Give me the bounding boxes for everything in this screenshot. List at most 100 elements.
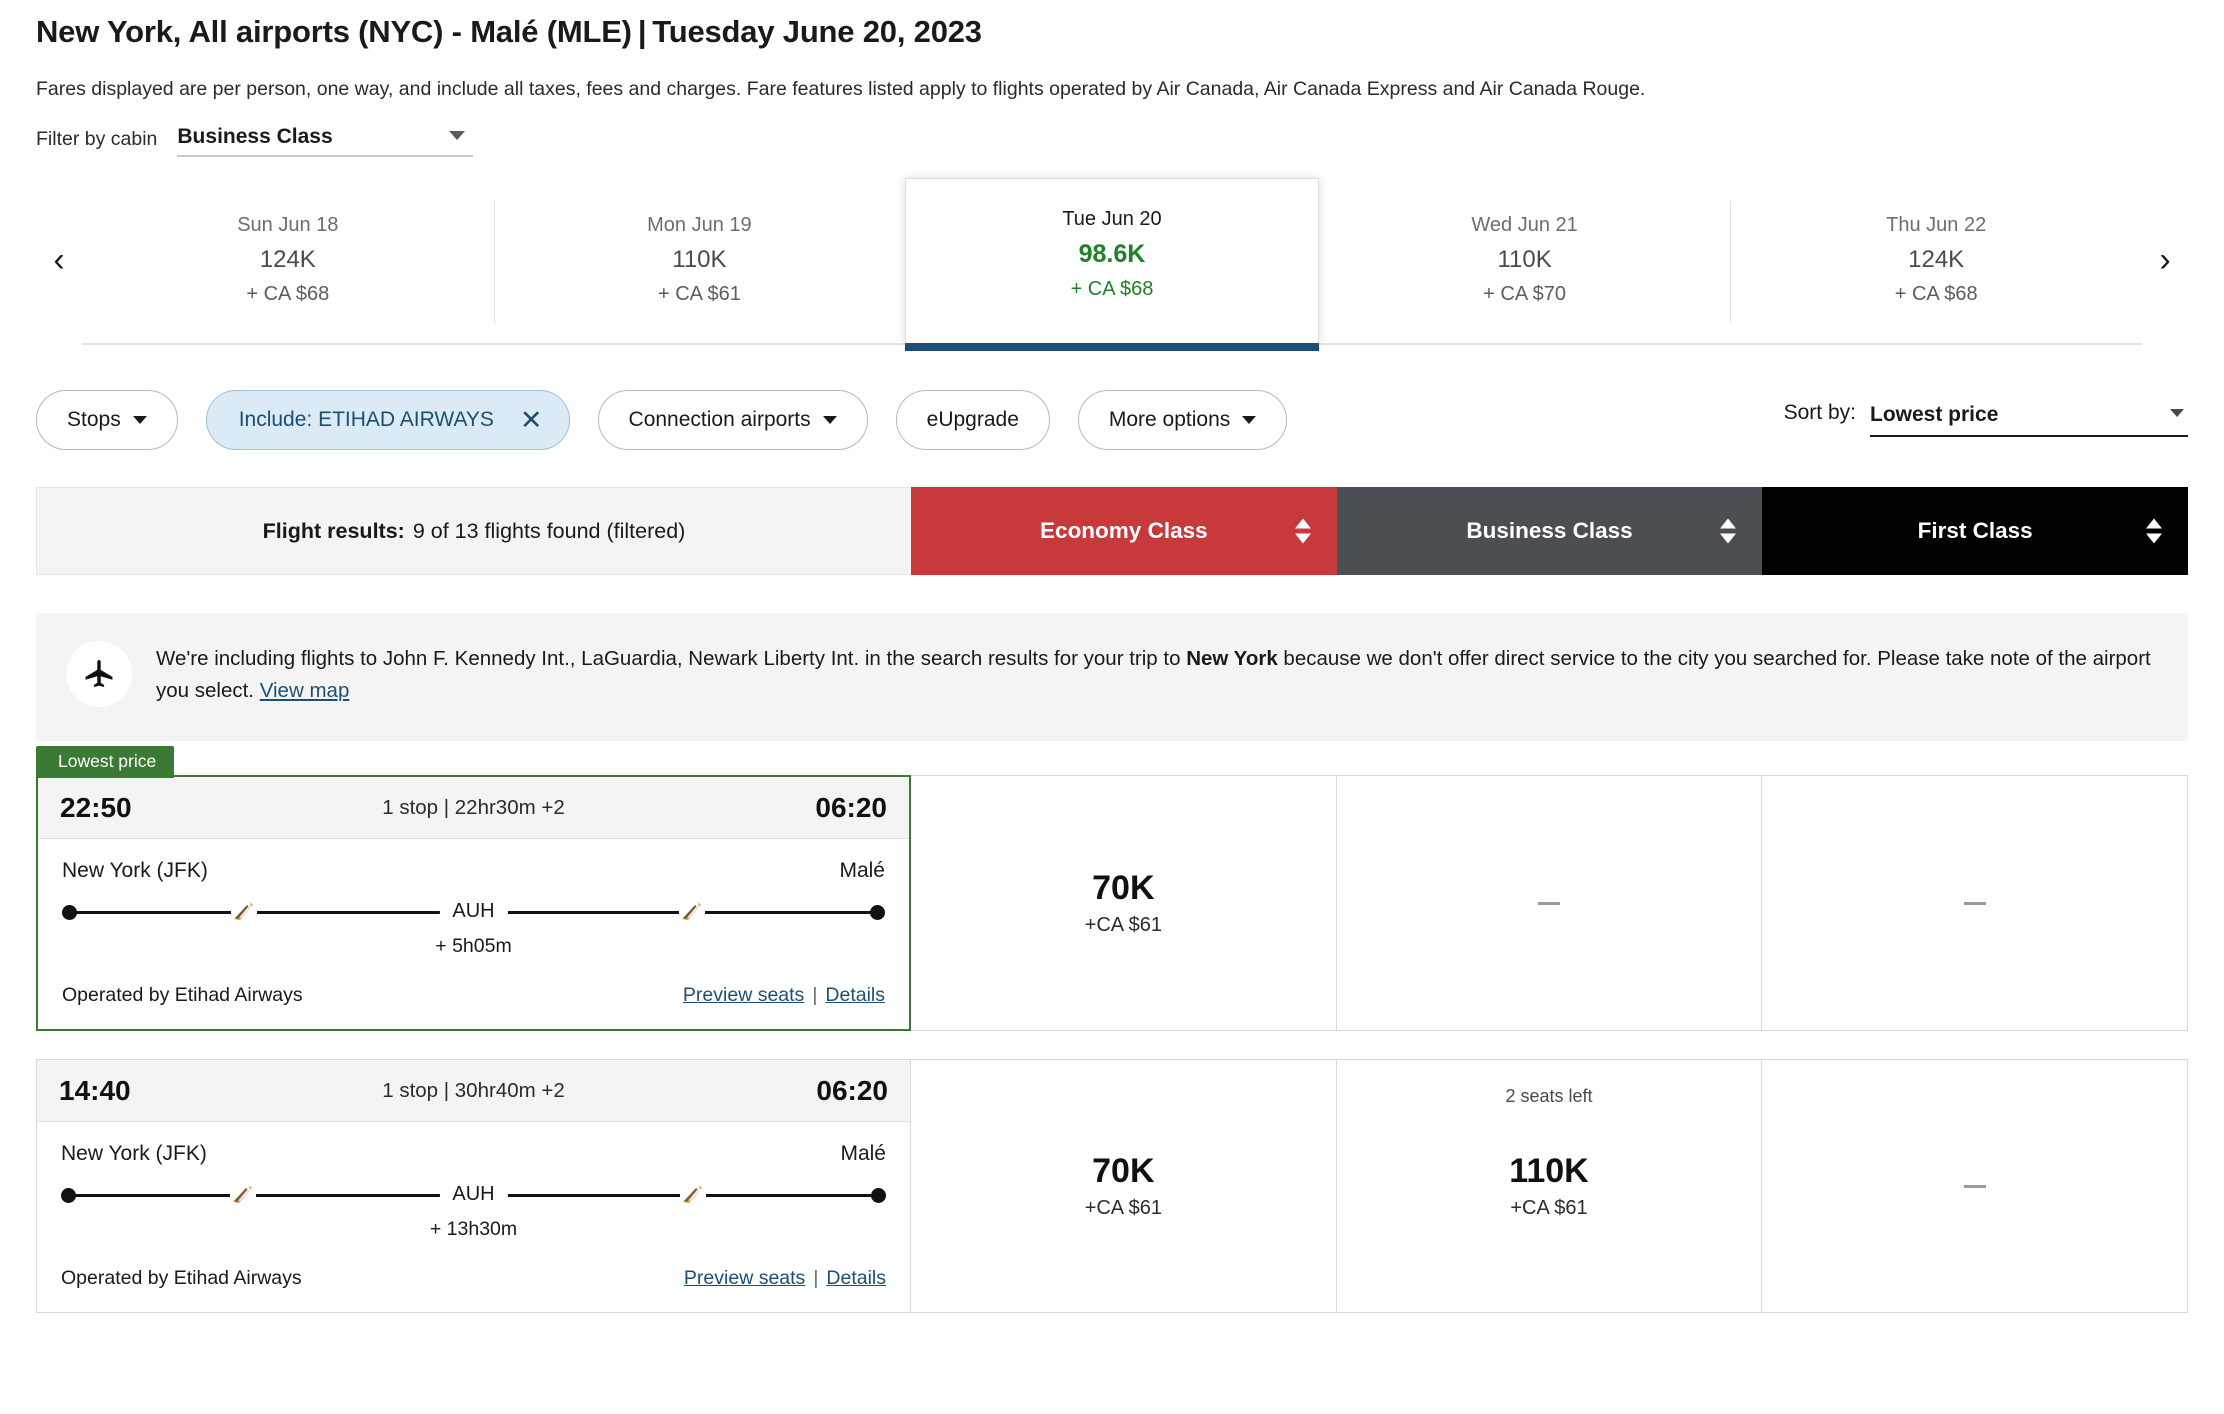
etihad-tail-icon [230,1184,257,1206]
arrival-time: 06:20 [816,1074,888,1106]
stops-filter-button[interactable]: Stops [36,390,178,450]
date-cash: + CA $68 [1070,277,1154,300]
flight-card-links: Preview seats | Details [683,984,885,1007]
unavailable-dash-icon [1963,1184,1986,1188]
flight-ports: New York (JFK) Malé [61,1142,886,1166]
flight-card[interactable]: 14:40 1 stop | 30hr40m +2 06:20 New York… [36,1059,911,1313]
route-title: New York, All airports (NYC) - Malé (MLE… [36,14,632,49]
price-cash: +CA $61 [1084,914,1162,936]
column-header-first-label: First Class [1917,518,2033,543]
date-cell-thu-jun-22[interactable]: Thu Jun 22 124K + CA $68 [1730,187,2142,343]
link-separator: | [812,984,818,1006]
banner-text-part-1: We're including flights to John F. Kenne… [156,647,1187,670]
flight-row: Lowest price 22:50 1 stop | 22hr30m +2 0… [36,746,2189,1031]
date-label: Wed Jun 21 [1471,214,1578,236]
date-cash: + CA $68 [1894,283,1978,305]
column-header-first[interactable]: First Class [1762,487,2189,575]
eupgrade-label: eUpgrade [926,408,1019,431]
flight-card[interactable]: 22:50 1 stop | 22hr30m +2 06:20 New York… [36,775,911,1031]
date-cash: + CA $61 [657,283,741,305]
sort-arrows-icon[interactable] [1720,518,1737,544]
flight-results-label: Flight results: [262,518,405,543]
route-diagram: AUH [62,899,885,925]
stops-filter-label: Stops [67,408,121,431]
route-origin-dot [61,1188,76,1203]
preview-seats-link[interactable]: Preview seats [684,1267,805,1289]
chevron-down-icon [822,416,837,424]
link-separator: | [813,1267,819,1289]
filter-chips-row: Stops Include: ETIHAD AIRWAYS ✕ Connecti… [36,389,2188,451]
destination-airport: Malé [840,1142,886,1165]
sort-select-value: Lowest price [1870,403,1999,426]
include-airline-chip[interactable]: Include: ETIHAD AIRWAYS ✕ [205,390,570,450]
chevron-down-icon [449,131,466,140]
connection-airports-button[interactable]: Connection airports [597,390,868,450]
date-cell-sun-jun-18[interactable]: Sun Jun 18 124K + CA $68 [82,187,494,343]
flight-times-row: 22:50 1 stop | 22hr30m +2 06:20 [38,777,909,839]
date-prev-button[interactable]: ‹ [36,187,82,345]
flight-results-count: Flight results: 9 of 13 flights found (f… [36,487,911,575]
preview-seats-link[interactable]: Preview seats [683,984,804,1006]
chevron-down-icon [1242,416,1257,424]
price-cell-business[interactable]: 2 seats left 110K +CA $61 [1336,1059,1763,1313]
column-header-business[interactable]: Business Class [1336,487,1763,575]
unavailable-dash-icon [1538,901,1560,905]
date-label: Sun Jun 18 [237,214,339,236]
date-cell-mon-jun-19[interactable]: Mon Jun 19 110K + CA $61 [493,187,906,343]
more-options-button[interactable]: More options [1077,390,1288,450]
travel-date: Tuesday June 20, 2023 [652,14,982,49]
close-icon[interactable]: ✕ [520,406,543,434]
date-strip: ‹ Sun Jun 18 124K + CA $68 Mon Jun 19 11… [36,178,2188,351]
etihad-tail-icon [679,901,706,923]
operated-by-text: Operated by Etihad Airways [62,984,303,1006]
flight-times-row: 14:40 1 stop | 30hr40m +2 06:20 [37,1060,910,1122]
lowest-price-badge: Lowest price [36,746,175,778]
cabin-filter-row: Filter by cabin Business Class [36,101,2188,157]
sort-arrows-icon[interactable] [2146,518,2163,544]
cabin-select[interactable]: Business Class [177,125,474,157]
chevron-down-icon [2170,409,2184,417]
date-strip-track: Sun Jun 18 124K + CA $68 Mon Jun 19 110K… [82,178,2142,351]
date-points: 124K [1908,246,1965,273]
layover-duration: + 13h30m [429,1218,518,1240]
date-cell-tue-jun-20[interactable]: Tue Jun 20 98.6K + CA $68 [905,178,1319,351]
departure-time: 14:40 [59,1074,131,1106]
route-destination-dot [871,1188,886,1203]
date-next-button[interactable]: › [2142,187,2188,345]
column-header-economy[interactable]: Economy Class [911,487,1337,575]
banner-city-name: New York [1186,647,1278,670]
view-map-link[interactable]: View map [260,679,350,702]
sort-control: Sort by: Lowest price [1784,401,2188,439]
price-cell-economy[interactable]: 70K +CA $61 [911,1059,1337,1313]
date-points: 110K [1497,246,1552,273]
route-diagram: AUH [61,1182,886,1208]
sort-by-label: Sort by: [1783,401,1856,424]
title-separator: | [637,14,647,49]
price-cell-business [1336,775,1763,1031]
sort-arrows-icon[interactable] [1294,518,1311,544]
price-points: 70K [1092,869,1155,907]
airport-info-banner: We're including flights to John F. Kenne… [36,613,2188,741]
connection-airport-code: AUH [439,900,508,923]
route-origin-dot [62,905,77,920]
eupgrade-button[interactable]: eUpgrade [895,390,1050,450]
sort-select[interactable]: Lowest price [1870,403,2188,437]
flight-duration-summary: 1 stop | 30hr40m +2 [382,1078,565,1102]
flight-route-body: New York (JFK) Malé AUH + 13h30m [37,1122,910,1241]
fares-disclaimer: Fares displayed are per person, one way,… [36,78,1646,100]
price-cell-economy[interactable]: 70K +CA $61 [911,775,1337,1031]
flight-results-page: New York, All airports (NYC) - Malé (MLE… [0,0,2224,1313]
connection-airports-label: Connection airports [628,408,811,431]
date-cell-wed-jun-21[interactable]: Wed Jun 21 110K + CA $70 [1318,187,1731,343]
flight-results-value: 9 of 13 flights found (filtered) [412,518,686,543]
arrival-time: 06:20 [815,791,887,823]
date-cash: + CA $70 [1483,283,1566,305]
details-link[interactable]: Details [825,984,885,1006]
price-cell-first [1762,775,2189,1031]
details-link[interactable]: Details [826,1267,886,1289]
price-points: 110K [1509,1152,1589,1190]
price-points: 70K [1092,1152,1155,1190]
airport-info-text: We're including flights to John F. Kenne… [156,639,2158,707]
date-cash: + CA $68 [246,283,330,305]
more-options-label: More options [1108,408,1231,431]
